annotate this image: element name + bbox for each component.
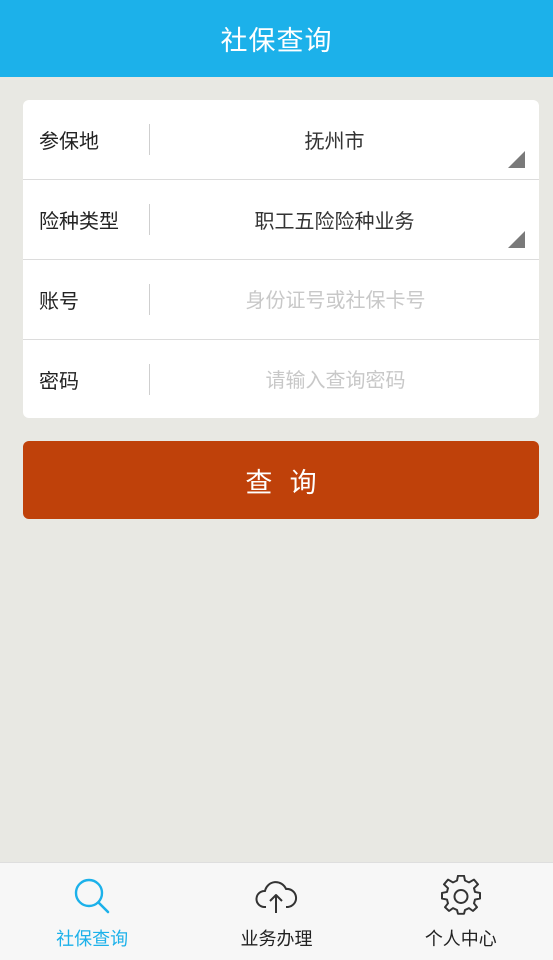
gear-icon: [439, 875, 483, 919]
insurance-type-label: 险种类型: [39, 209, 119, 233]
account-row: 账号: [23, 260, 539, 340]
insured-location-label: 参保地: [39, 129, 99, 153]
app-header: 社保查询: [0, 0, 553, 77]
query-form: 参保地 抚州市 险种类型 职工五险险种业务 账号 密码: [23, 100, 539, 418]
insured-location-select[interactable]: 抚州市: [150, 125, 539, 154]
insured-location-row[interactable]: 参保地 抚州市: [23, 100, 539, 180]
password-row: 密码: [23, 340, 539, 418]
dropdown-corner-icon: [508, 151, 525, 168]
tab-label: 社保查询: [56, 929, 129, 950]
password-input[interactable]: [150, 366, 539, 393]
account-label: 账号: [39, 289, 79, 313]
tab-business-handling[interactable]: 业务办理: [184, 863, 368, 960]
search-icon: [70, 875, 114, 919]
password-label: 密码: [39, 369, 79, 393]
account-input[interactable]: [150, 286, 539, 313]
tab-label: 个人中心: [424, 929, 497, 950]
tab-label: 业务办理: [240, 929, 313, 950]
query-button[interactable]: 查 询: [23, 441, 539, 519]
cloud-upload-icon: [254, 875, 298, 919]
tab-personal-center[interactable]: 个人中心: [369, 863, 553, 960]
tab-social-security-query[interactable]: 社保查询: [0, 863, 184, 960]
insurance-type-select[interactable]: 职工五险险种业务: [150, 205, 539, 234]
insurance-type-row[interactable]: 险种类型 职工五险险种业务: [23, 180, 539, 260]
page-title: 社保查询: [220, 26, 333, 57]
bottom-tabbar: 社保查询 业务办理 个人中心: [0, 862, 553, 960]
dropdown-corner-icon: [508, 231, 525, 248]
app-screen: 社保查询 参保地 抚州市 险种类型 职工五险险种业务 账号 密码 查 询: [0, 0, 553, 960]
